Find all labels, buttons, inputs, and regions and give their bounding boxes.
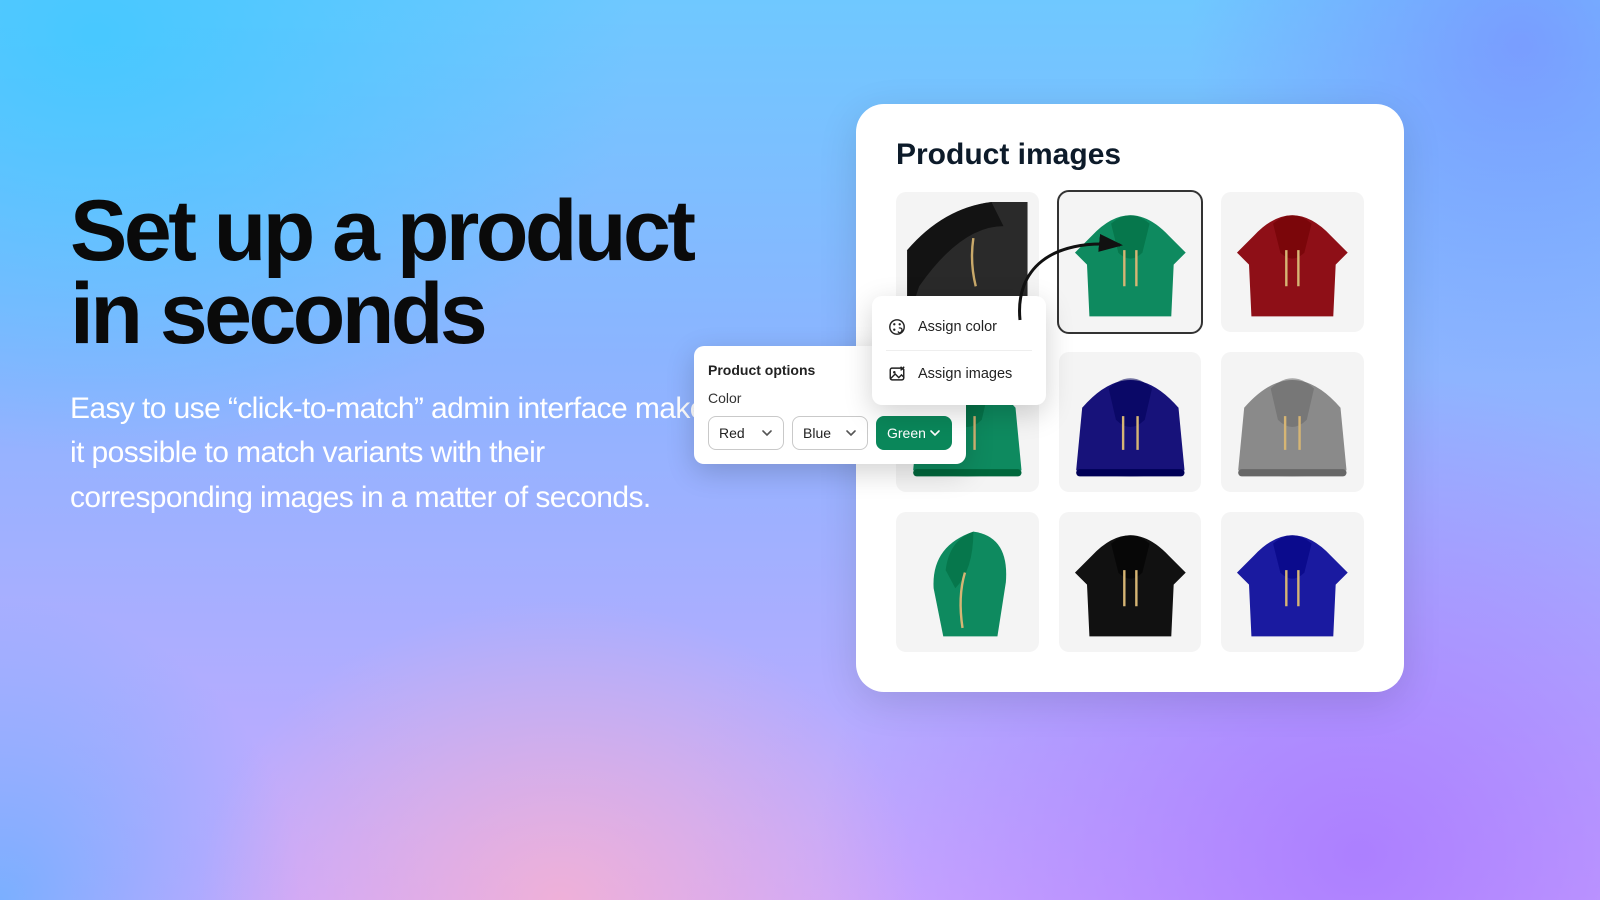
chip-label: Blue: [803, 425, 831, 441]
palette-icon: [888, 318, 906, 336]
product-image-tile[interactable]: [1221, 352, 1364, 492]
chip-label: Red: [719, 425, 745, 441]
product-image-tile[interactable]: [1221, 512, 1364, 652]
product-image-tile[interactable]: [896, 512, 1039, 652]
hero-subtitle: Easy to use “click-to-match” admin inter…: [70, 387, 730, 520]
menu-separator: [886, 350, 1032, 351]
product-image-tile[interactable]: [1059, 352, 1202, 492]
product-image-tile[interactable]: [1059, 512, 1202, 652]
context-menu: Assign color Assign images: [872, 296, 1046, 405]
hero-title: Set up a product in seconds: [70, 190, 730, 355]
color-chip-blue[interactable]: Blue: [792, 416, 868, 450]
menu-item-label: Assign images: [918, 366, 1012, 382]
image-x-icon: [888, 365, 906, 383]
card-title: Product images: [896, 138, 1364, 172]
color-chip-green[interactable]: Green: [876, 416, 952, 450]
menu-item-label: Assign color: [918, 319, 997, 335]
product-image-tile[interactable]: [1059, 192, 1202, 332]
product-images-grid: [896, 192, 1364, 652]
chip-label: Green: [887, 425, 926, 441]
chevron-down-icon: [845, 427, 857, 439]
options-chip-row: Red Blue Green: [708, 416, 952, 450]
chevron-down-icon: [761, 427, 773, 439]
menu-item-assign-color[interactable]: Assign color: [872, 306, 1046, 348]
hero: Set up a product in seconds Easy to use …: [70, 190, 730, 520]
menu-item-assign-images[interactable]: Assign images: [872, 353, 1046, 395]
color-chip-red[interactable]: Red: [708, 416, 784, 450]
product-image-tile[interactable]: [1221, 192, 1364, 332]
chevron-down-icon: [929, 427, 941, 439]
